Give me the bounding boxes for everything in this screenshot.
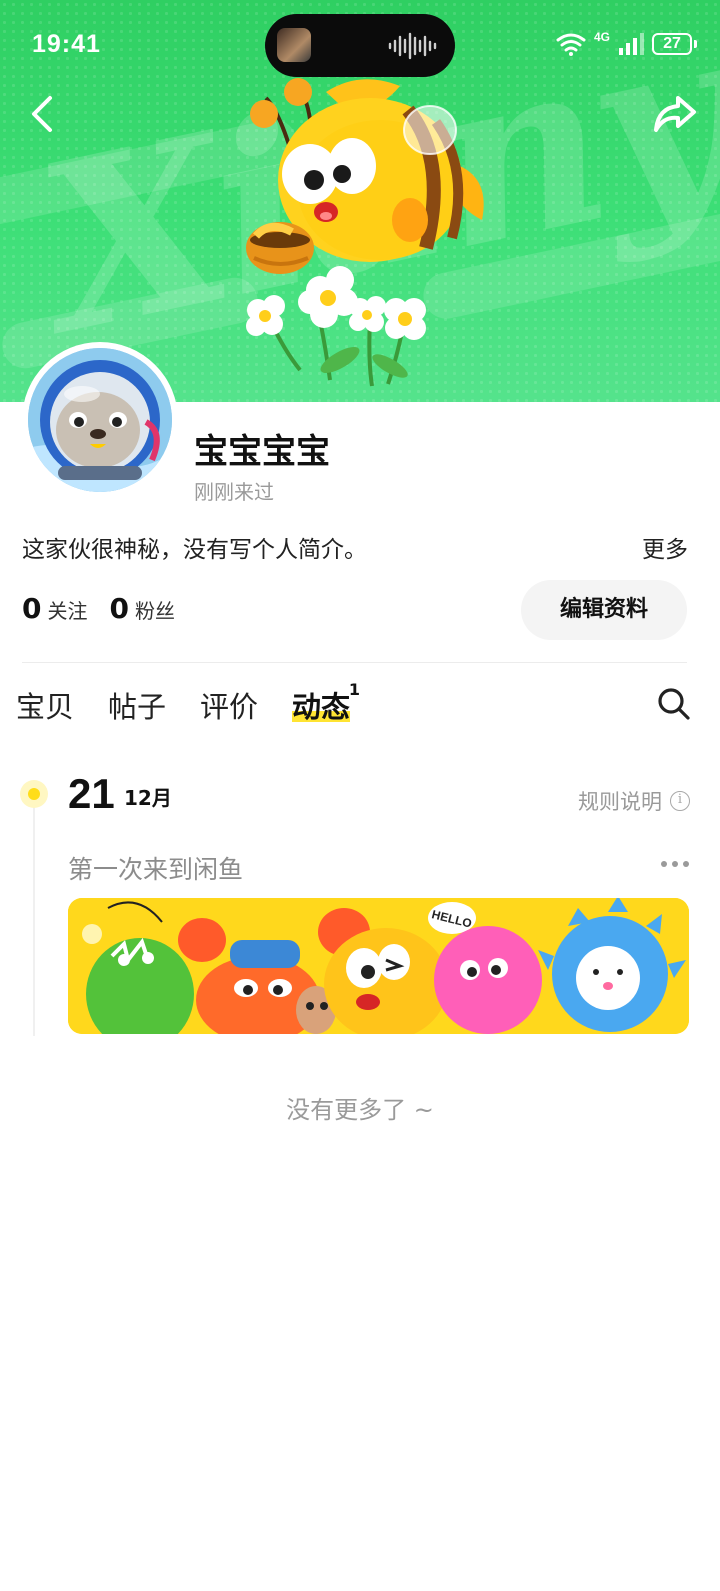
last-seen-status: 刚刚来过: [194, 480, 274, 504]
chevron-left-icon: [32, 96, 52, 132]
rules-link[interactable]: 规则说明 i: [578, 786, 690, 816]
tab-badge: 1: [348, 680, 361, 699]
tab-activity[interactable]: 动态 1: [292, 680, 360, 730]
media-thumbnail: [277, 28, 311, 62]
no-more-content-text: 没有更多了 ~: [286, 1096, 434, 1124]
share-button[interactable]: [650, 92, 698, 136]
status-bar: 19:41 4G 27: [0, 0, 720, 92]
timeline-line: [33, 806, 35, 1036]
status-indicators: 4G 27: [556, 30, 697, 58]
tab-posts[interactable]: 帖子: [108, 684, 166, 730]
mascot-group-illustration: HELLO: [68, 898, 689, 1034]
audio-waveform-icon: [388, 32, 437, 60]
network-type-label: 4G: [593, 30, 610, 44]
wifi-icon: [556, 33, 586, 56]
edit-profile-button[interactable]: 编辑资料: [521, 580, 687, 640]
tab-label: 动态: [292, 690, 351, 724]
bio-more-link[interactable]: 更多: [642, 530, 688, 564]
timeline-dot: [20, 780, 48, 808]
share-arrow-icon: [654, 96, 696, 132]
profile-tabs: 宝贝 帖子 评价 动态 1: [16, 680, 360, 730]
tab-label: 帖子: [108, 690, 167, 724]
timeline-date-month: 12月: [124, 786, 172, 810]
username: 宝宝宝宝: [194, 432, 330, 472]
following-label: 关注: [47, 599, 88, 623]
tab-reviews[interactable]: 评价: [200, 684, 258, 730]
info-icon: i: [670, 791, 690, 811]
back-button[interactable]: [24, 92, 68, 136]
bio-text: 这家伙很神秘，没有写个人简介。: [22, 537, 367, 563]
following-count: 0: [22, 592, 42, 625]
followers-count: 0: [109, 592, 129, 625]
rules-label: 规则说明: [578, 790, 662, 814]
astronaut-otter-icon: [28, 348, 172, 492]
search-icon: [658, 688, 690, 720]
event-title: 第一次来到闲鱼: [68, 855, 244, 884]
timeline-date-day: 21: [68, 770, 115, 817]
bee-mascot-illustration: [246, 78, 484, 387]
followers-label: 粉丝: [134, 599, 175, 623]
follow-stats: 0 关注 0 粉丝: [22, 592, 175, 625]
search-button[interactable]: [656, 686, 692, 722]
signal-strength-icon: [619, 33, 644, 55]
avatar[interactable]: [22, 342, 178, 498]
status-time: 19:41: [32, 30, 101, 58]
section-divider: [22, 662, 687, 663]
avatar-image: [28, 348, 172, 492]
tab-items[interactable]: 宝贝: [16, 684, 74, 730]
tab-label: 评价: [200, 690, 259, 724]
dynamic-island[interactable]: [265, 14, 455, 77]
following-stat[interactable]: 0 关注: [22, 592, 87, 625]
tab-label: 宝贝: [16, 690, 75, 724]
more-dots-icon: [661, 861, 689, 867]
more-options-button[interactable]: [660, 852, 690, 876]
battery-indicator: 27: [652, 33, 697, 55]
event-banner[interactable]: HELLO: [68, 898, 689, 1034]
followers-stat[interactable]: 0 粉丝: [109, 592, 174, 625]
